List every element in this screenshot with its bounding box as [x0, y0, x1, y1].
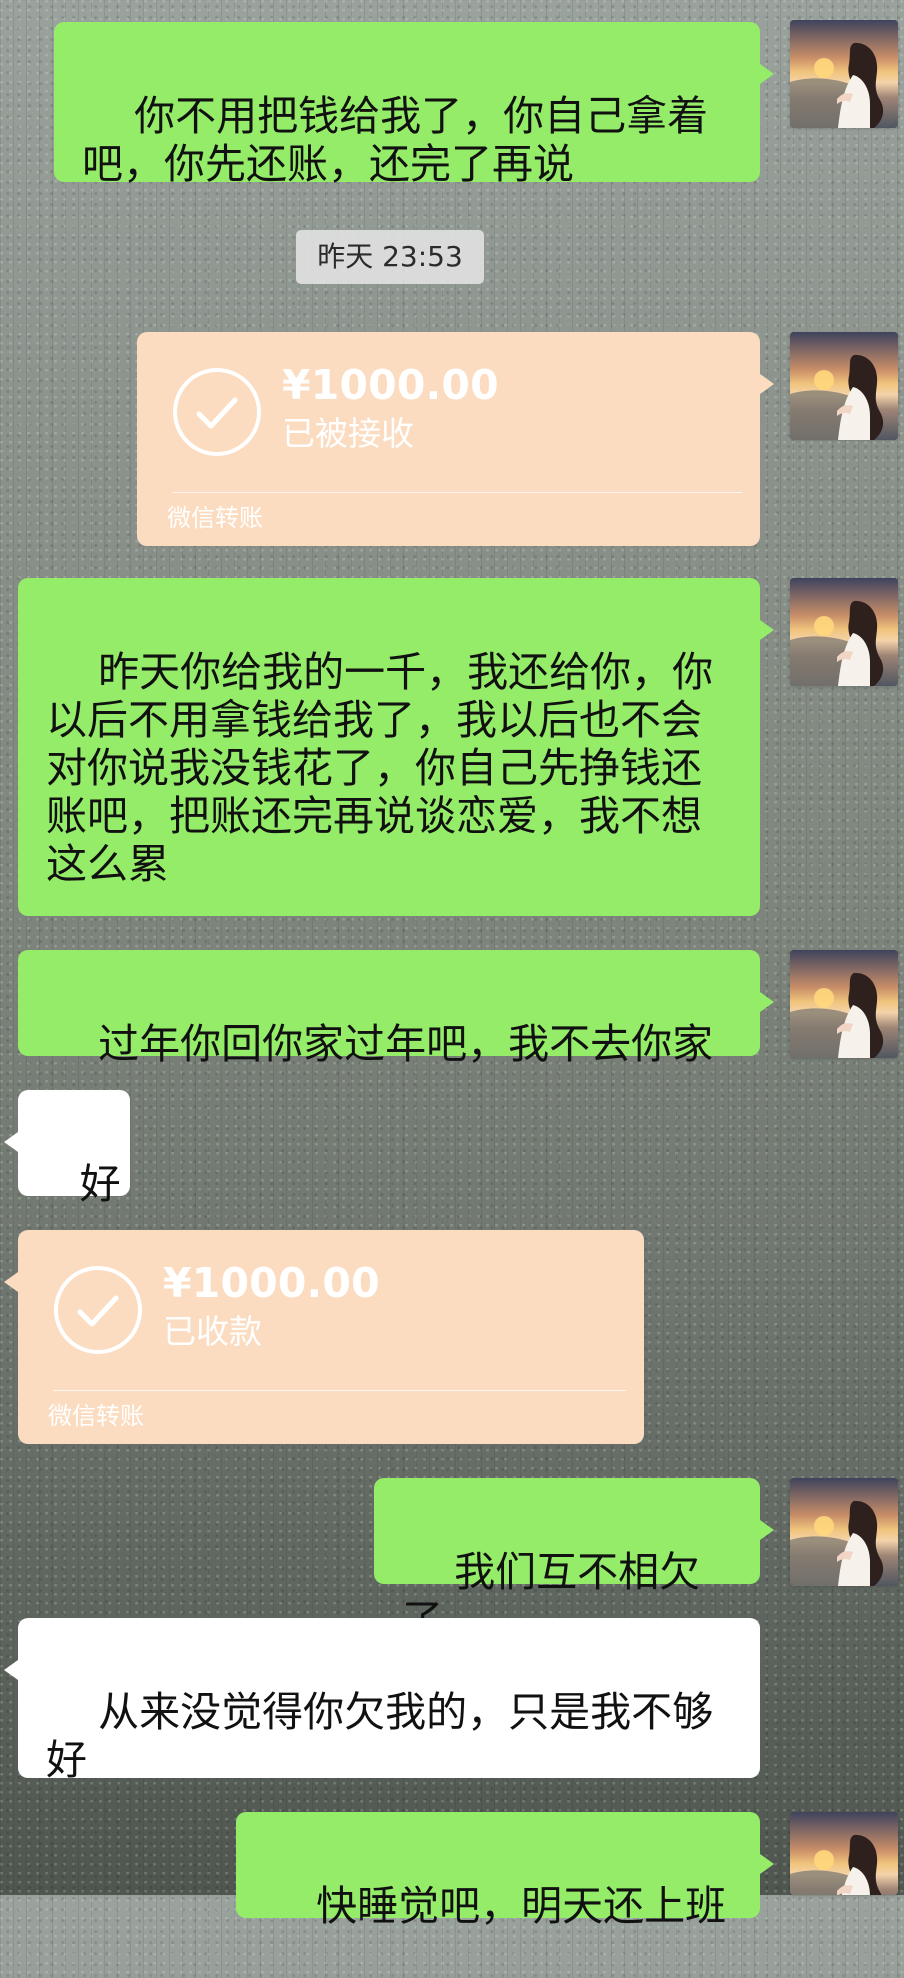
message-text: 好 — [79, 1160, 121, 1208]
message-text: 快睡觉吧，明天还上班 — [316, 1882, 727, 1930]
outgoing-message-3[interactable]: 过年你回你家过年吧，我不去你家 — [18, 950, 774, 1068]
avatar-icon[interactable] — [790, 332, 898, 440]
transfer-label: 微信转账 — [167, 504, 263, 532]
avatar-icon[interactable] — [790, 1812, 898, 1895]
transfer-status: 已被接收 — [282, 414, 414, 453]
message-text: 从来没觉得你欠我的，只是我不够好 — [46, 1688, 714, 1784]
outgoing-message-1[interactable]: 你不用把钱给我了，你自己拿着吧，你先还账，还完了再说 — [54, 22, 774, 188]
check-circle-icon — [53, 1265, 143, 1355]
message-text: 昨天你给我的一千，我还给你，你以后不用拿钱给我了，我以后也不会对你说我没钱花了，… — [46, 648, 714, 888]
chat-window: 你不用把钱给我了，你自己拿着吧，你先还账，还完了再说 昨天 23:53 ¥100… — [0, 0, 904, 1930]
check-circle-icon — [172, 367, 262, 457]
message-text: 你不用把钱给我了，你自己拿着吧，你先还账，还完了再说 — [82, 92, 709, 188]
outgoing-message-4[interactable]: 我们互不相欠了 — [374, 1478, 774, 1644]
incoming-message-1[interactable]: 好 — [4, 1090, 130, 1208]
transfer-card-right[interactable]: ¥1000.00 已被接收 微信转账 — [137, 332, 774, 546]
transfer-divider — [172, 492, 742, 493]
transfer-label: 微信转账 — [48, 1402, 144, 1430]
transfer-status: 已收款 — [163, 1312, 262, 1351]
outgoing-message-2[interactable]: 昨天你给我的一千，我还给你，你以后不用拿钱给我了，我以后也不会对你说我没钱花了，… — [18, 578, 774, 916]
transfer-amount: ¥1000.00 — [163, 1259, 380, 1307]
message-text: 过年你回你家过年吧，我不去你家 — [98, 1020, 714, 1068]
transfer-divider — [53, 1390, 626, 1391]
avatar-icon[interactable] — [790, 1478, 898, 1586]
outgoing-message-5[interactable]: 快睡觉吧，明天还上班 — [236, 1812, 774, 1930]
avatar-icon[interactable] — [790, 950, 898, 1058]
transfer-amount: ¥1000.00 — [282, 361, 499, 409]
avatar-icon[interactable] — [790, 20, 898, 128]
avatar-icon[interactable] — [790, 578, 898, 686]
transfer-card-left[interactable]: ¥1000.00 已收款 微信转账 — [4, 1230, 644, 1444]
timestamp-badge: 昨天 23:53 — [296, 230, 484, 284]
incoming-message-2[interactable]: 从来没觉得你欠我的，只是我不够好 — [4, 1618, 760, 1784]
timestamp-text: 昨天 23:53 — [317, 240, 463, 273]
